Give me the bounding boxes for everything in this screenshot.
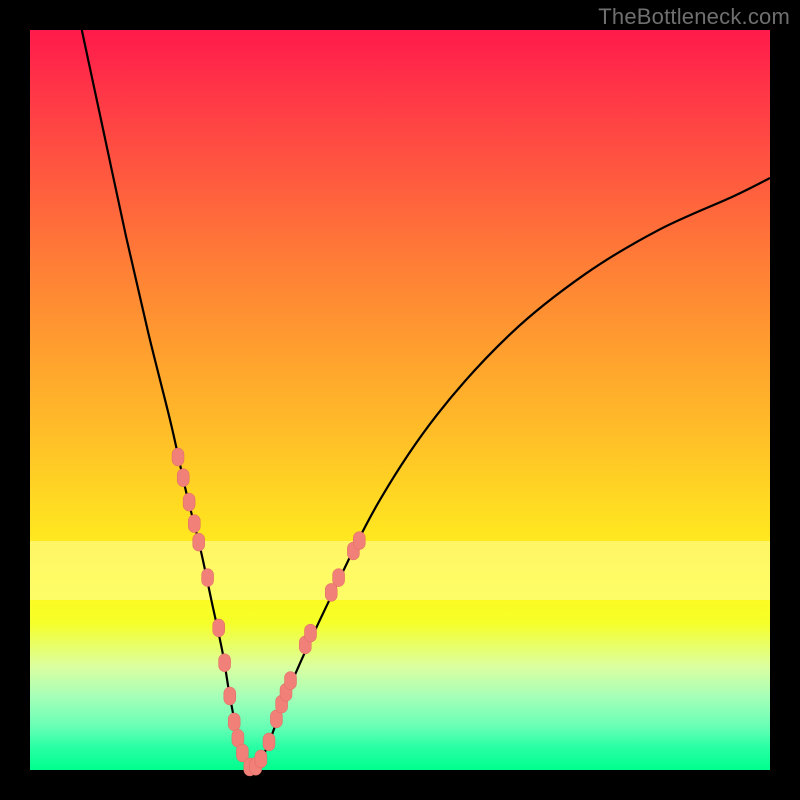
data-marker xyxy=(219,654,231,672)
data-marker xyxy=(325,583,337,601)
data-marker xyxy=(172,448,184,466)
data-marker xyxy=(213,619,225,637)
data-marker xyxy=(353,532,365,550)
data-marker xyxy=(228,713,240,731)
data-marker xyxy=(305,624,317,642)
data-marker xyxy=(183,493,195,511)
data-marker xyxy=(177,469,189,487)
data-marker xyxy=(333,569,345,587)
data-marker xyxy=(255,750,267,768)
data-marker xyxy=(263,733,275,751)
marker-layer xyxy=(172,448,365,776)
data-marker xyxy=(224,687,236,705)
data-marker xyxy=(188,515,200,533)
curve-svg xyxy=(30,30,770,770)
bottleneck-curve xyxy=(82,30,770,770)
plot-area xyxy=(30,30,770,770)
data-marker xyxy=(285,672,297,690)
data-marker xyxy=(193,533,205,551)
data-marker xyxy=(202,569,214,587)
watermark-text: TheBottleneck.com xyxy=(598,4,790,30)
chart-frame: TheBottleneck.com xyxy=(0,0,800,800)
